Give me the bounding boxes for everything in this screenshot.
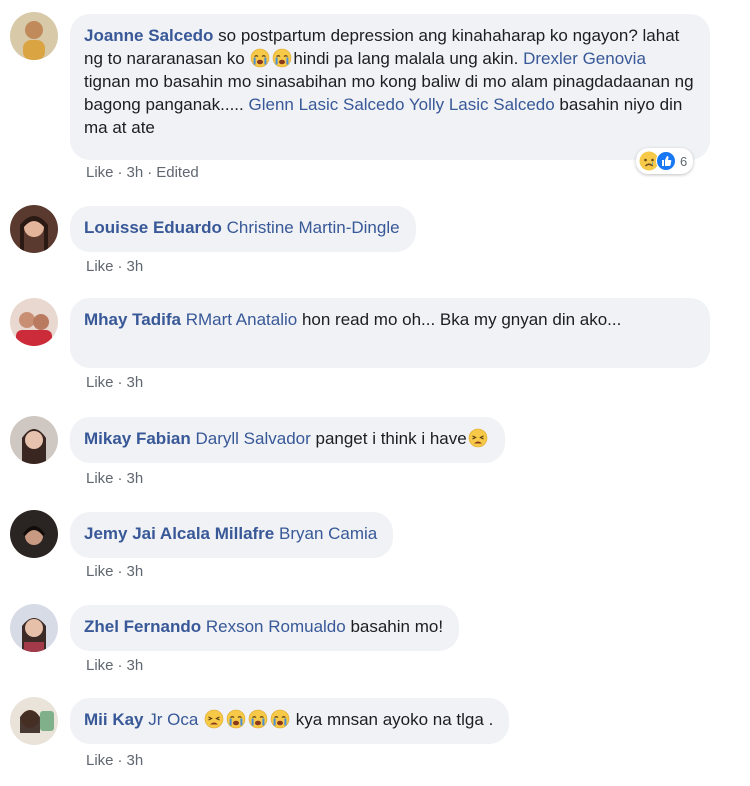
avatar[interactable]: [10, 697, 58, 745]
mention-link[interactable]: Rexson Romualdo: [206, 617, 346, 636]
timestamp[interactable]: 3h: [127, 374, 144, 391]
like-button[interactable]: Like: [86, 258, 114, 275]
timestamp[interactable]: 3h: [127, 657, 144, 674]
separator: ·: [117, 563, 123, 580]
comment-body: Daryll Salvador panget i think i have: [196, 428, 489, 448]
comment-actions: Like · 3h: [86, 374, 143, 391]
comment-author[interactable]: Jemy Jai Alcala Millafre: [84, 524, 274, 543]
crying-face-emoji-icon: [249, 48, 271, 68]
comment-bubble: Zhel Fernando Rexson Romualdo basahin mo…: [70, 605, 460, 651]
comment-bubble: Louisse Eduardo Christine Martin-Dingle: [70, 206, 416, 252]
comment-bubble: Mii Kay Jr Oca kya mnsan ayoko na tlga .: [70, 698, 510, 744]
comment-bubble: Mikay Fabian Daryll Salvador panget i th…: [70, 417, 505, 463]
separator: ·: [117, 470, 123, 487]
comment-text: hon read mo oh... Bka my gnyan din ako..…: [297, 310, 622, 329]
comment-body: Jr Oca kya mnsan ayoko na tlga .: [148, 709, 494, 729]
like-reaction-icon: [656, 151, 676, 171]
comment-body: Bryan Camia: [279, 524, 377, 543]
timestamp[interactable]: 3h: [127, 470, 144, 487]
comment-author[interactable]: Mikay Fabian: [84, 429, 191, 448]
comment-body: RMart Anatalio hon read mo oh... Bka my …: [186, 310, 622, 329]
edited-label: Edited: [156, 164, 199, 181]
like-button[interactable]: Like: [86, 374, 114, 391]
weary-face-emoji-icon: [203, 709, 225, 729]
avatar[interactable]: [10, 12, 58, 60]
comment-bubble: Jemy Jai Alcala Millafre Bryan Camia: [70, 512, 394, 558]
like-button[interactable]: Like: [86, 164, 114, 181]
comment-text: hindi pa lang malala ung akin.: [293, 49, 524, 68]
comment-actions: Like · 3h: [86, 258, 143, 275]
comment-author[interactable]: Joanne Salcedo: [84, 26, 213, 45]
comment-author[interactable]: Zhel Fernando: [84, 617, 201, 636]
comment-bubble: Joanne Salcedo so postpartum depression …: [70, 14, 710, 160]
comment-actions: Like · 3h: [86, 752, 143, 769]
comment-text: basahin mo!: [345, 617, 444, 636]
avatar[interactable]: [10, 510, 58, 558]
separator: ·: [117, 752, 123, 769]
mention-link[interactable]: Christine Martin-Dingle: [227, 218, 400, 237]
comment-actions: Like · 3h · Edited: [86, 164, 199, 181]
crying-face-emoji-icon: [247, 709, 269, 729]
comment-body: Rexson Romualdo basahin mo!: [206, 617, 443, 636]
avatar[interactable]: [10, 604, 58, 652]
timestamp[interactable]: 3h: [127, 258, 144, 275]
mention-link[interactable]: Drexler Genovia: [523, 49, 646, 68]
avatar[interactable]: [10, 298, 58, 346]
avatar[interactable]: [10, 416, 58, 464]
weary-face-emoji-icon: [467, 428, 489, 448]
mention-link[interactable]: Daryll Salvador: [196, 429, 311, 448]
comment-actions: Like · 3h: [86, 563, 143, 580]
like-button[interactable]: Like: [86, 563, 114, 580]
mention-link[interactable]: Glenn Lasic Salcedo: [248, 95, 404, 114]
timestamp[interactable]: 3h: [127, 563, 144, 580]
like-button[interactable]: Like: [86, 657, 114, 674]
like-button[interactable]: Like: [86, 752, 114, 769]
mention-link[interactable]: Yolly Lasic Salcedo: [409, 95, 555, 114]
crying-face-emoji-icon: [225, 709, 247, 729]
separator: ·: [117, 657, 123, 674]
timestamp[interactable]: 3h: [127, 164, 144, 181]
crying-face-emoji-icon: [269, 709, 291, 729]
comment-author[interactable]: Mii Kay: [84, 710, 144, 729]
like-button[interactable]: Like: [86, 470, 114, 487]
comment-body: Christine Martin-Dingle: [227, 218, 400, 237]
avatar[interactable]: [10, 205, 58, 253]
separator: ·: [117, 374, 123, 391]
separator: ·: [117, 164, 123, 181]
comment-bubble: Mhay Tadifa RMart Anatalio hon read mo o…: [70, 298, 710, 368]
mention-link[interactable]: RMart Anatalio: [186, 310, 298, 329]
separator: ·: [117, 258, 123, 275]
comment-author[interactable]: Mhay Tadifa: [84, 310, 181, 329]
mention-link[interactable]: Jr Oca: [148, 710, 198, 729]
separator: ·: [147, 164, 153, 181]
mention-link[interactable]: Bryan Camia: [279, 524, 377, 543]
timestamp[interactable]: 3h: [127, 752, 144, 769]
crying-face-emoji-icon: [271, 48, 293, 68]
reaction-summary[interactable]: 6: [636, 148, 694, 174]
comment-author[interactable]: Louisse Eduardo: [84, 218, 222, 237]
comment-actions: Like · 3h: [86, 657, 143, 674]
comment-text: kya mnsan ayoko na tlga .: [291, 710, 494, 729]
reaction-count: 6: [680, 153, 688, 169]
comment-actions: Like · 3h: [86, 470, 143, 487]
comment-text: panget i think i have: [310, 429, 467, 448]
